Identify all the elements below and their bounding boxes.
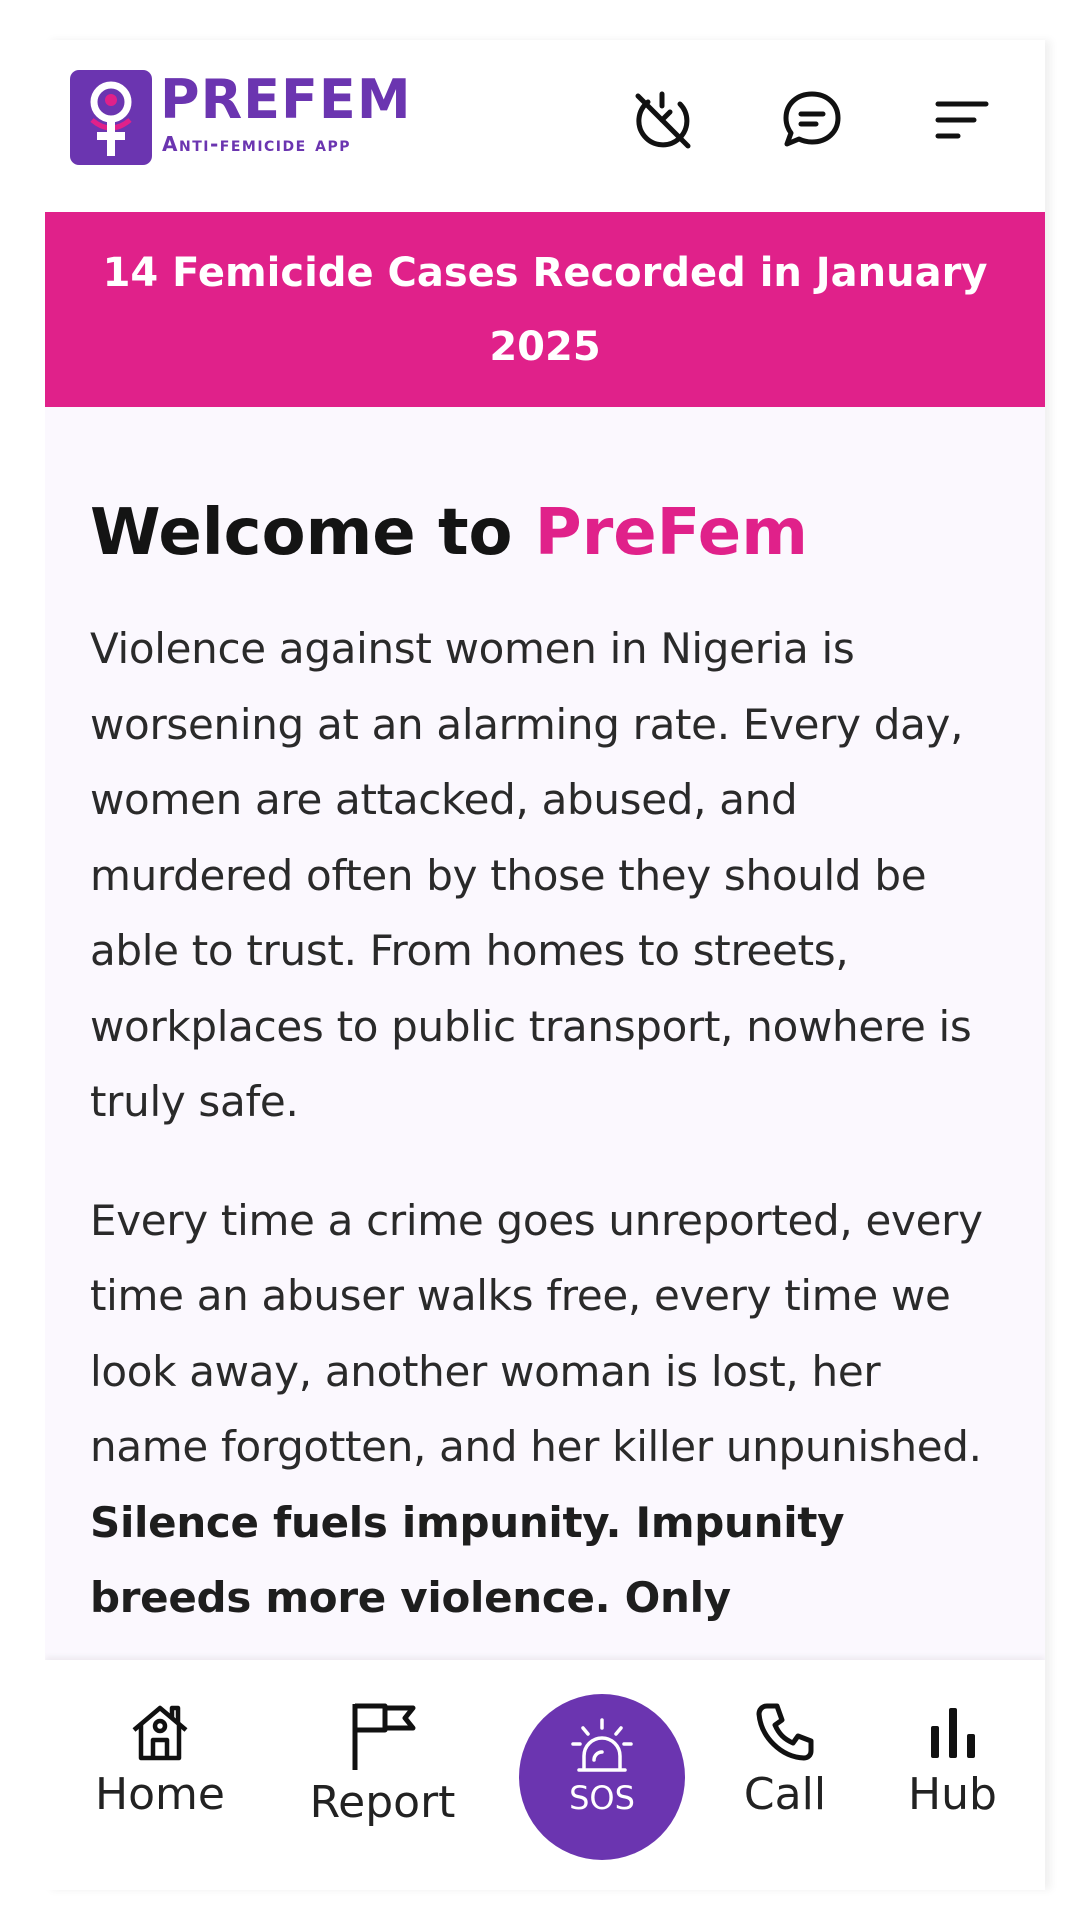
welcome-prefix: Welcome to <box>90 496 535 570</box>
nav-home-label: Home <box>95 1769 225 1820</box>
nav-home[interactable]: Home <box>90 1700 230 1822</box>
impunity-paragraph: Every time a crime goes unreported, ever… <box>90 1183 1010 1636</box>
home-icon <box>132 1705 188 1761</box>
stats-banner: 14 Femicide Cases Recorded in January 20… <box>45 212 1045 407</box>
nav-hub[interactable]: Hub <box>900 1700 1005 1822</box>
welcome-brand: PreFem <box>534 496 808 570</box>
menu-icon[interactable] <box>930 88 994 152</box>
app-header: PREFEM Anti-femicide app <box>45 40 1045 212</box>
app-screen: PREFEM Anti-femicide app 14 Femicide Cas… <box>45 40 1045 1890</box>
chat-icon[interactable] <box>780 88 844 152</box>
nav-report-label: Report <box>309 1777 456 1828</box>
logo-title: PREFEM <box>160 68 412 131</box>
sos-label: SOS <box>569 1779 635 1817</box>
siren-icon <box>571 1718 633 1772</box>
flag-icon <box>352 1703 415 1770</box>
banner-text: 14 Femicide Cases Recorded in January 20… <box>102 249 988 370</box>
impunity-text: Every time a crime goes unreported, ever… <box>90 1195 983 1472</box>
nav-call[interactable]: Call <box>735 1700 835 1822</box>
bottom-nav: Home Report SOS Call Hub <box>45 1660 1045 1890</box>
impunity-emphasis: Silence fuels impunity. Impunity breeds … <box>90 1497 845 1623</box>
phone-icon <box>756 1703 814 1761</box>
logo-subtitle: Anti-femicide app <box>162 132 352 156</box>
main-content: Welcome to PreFem Violence against women… <box>90 495 1010 1636</box>
timer-off-icon[interactable] <box>630 88 694 152</box>
nav-hub-label: Hub <box>908 1769 997 1820</box>
nav-call-label: Call <box>743 1769 827 1820</box>
welcome-heading: Welcome to PreFem <box>90 495 1010 571</box>
sos-button[interactable]: SOS <box>519 1694 685 1860</box>
app-logo[interactable]: PREFEM Anti-femicide app <box>70 70 450 165</box>
logo-mark-icon <box>70 70 152 165</box>
nav-report[interactable]: Report <box>305 1700 460 1830</box>
intro-paragraph: Violence against women in Nigeria is wor… <box>90 624 972 1126</box>
bar-chart-icon <box>930 1708 975 1758</box>
